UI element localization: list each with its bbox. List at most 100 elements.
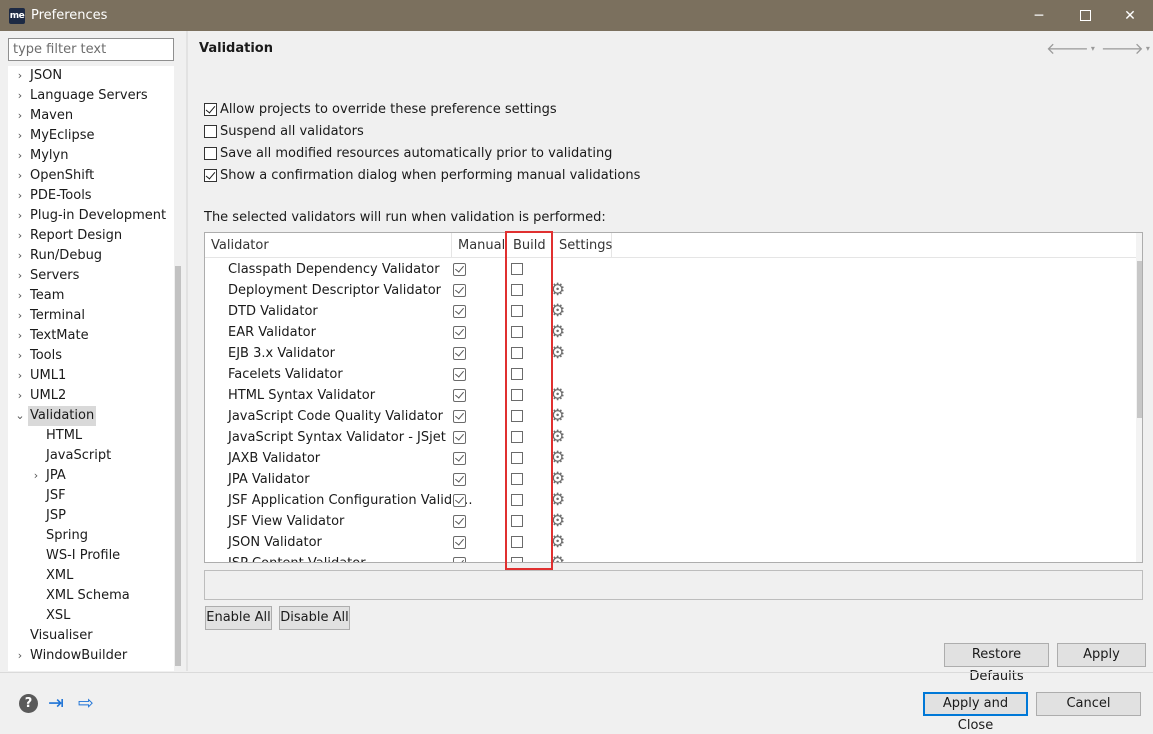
restore-defaults-button[interactable]: Restore Defaults bbox=[944, 643, 1049, 684]
tree-item[interactable]: › Mylyn bbox=[8, 146, 182, 166]
option-checkbox-row[interactable]: Allow projects to override these prefere… bbox=[204, 100, 557, 118]
tree-scrollbar[interactable] bbox=[174, 66, 182, 671]
manual-checkbox[interactable] bbox=[453, 452, 466, 465]
table-row[interactable]: DTD Validator ⚙ bbox=[205, 301, 1136, 322]
tree-item[interactable]: › JPA bbox=[8, 466, 182, 486]
close-button[interactable]: ✕ bbox=[1107, 0, 1153, 31]
table-row[interactable]: EJB 3.x Validator ⚙ bbox=[205, 343, 1136, 364]
column-header-validator[interactable]: Validator bbox=[205, 233, 452, 258]
manual-checkbox[interactable] bbox=[453, 473, 466, 486]
table-row[interactable]: JavaScript Syntax Validator - JSjet ⚙ bbox=[205, 427, 1136, 448]
manual-checkbox[interactable] bbox=[453, 494, 466, 507]
apply-button[interactable]: Apply bbox=[1057, 643, 1146, 667]
table-row[interactable]: JAXB Validator ⚙ bbox=[205, 448, 1136, 469]
chevron-right-icon[interactable]: › bbox=[14, 106, 26, 126]
table-scrollbar-thumb[interactable] bbox=[1137, 261, 1142, 418]
option-checkbox-row[interactable]: Suspend all validators bbox=[204, 122, 364, 140]
export-icon[interactable]: ⇨ bbox=[78, 693, 94, 713]
chevron-right-icon[interactable]: › bbox=[14, 226, 26, 246]
cancel-button[interactable]: Cancel bbox=[1036, 692, 1141, 716]
tree-item[interactable]: › Team bbox=[8, 286, 182, 306]
tree-item[interactable]: › UML1 bbox=[8, 366, 182, 386]
table-row[interactable]: JSF Application Configuration Valida... ⚙ bbox=[205, 490, 1136, 511]
tree-item[interactable]: XML Schema bbox=[8, 586, 182, 606]
table-row[interactable]: Deployment Descriptor Validator ⚙ bbox=[205, 280, 1136, 301]
tree-item[interactable]: › MyEclipse bbox=[8, 126, 182, 146]
tree-item[interactable]: › Language Servers bbox=[8, 86, 182, 106]
table-row[interactable]: JSON Validator ⚙ bbox=[205, 532, 1136, 553]
maximize-button[interactable] bbox=[1062, 0, 1108, 31]
manual-checkbox[interactable] bbox=[453, 389, 466, 402]
option-checkbox[interactable] bbox=[204, 102, 217, 116]
minimize-button[interactable]: ─ bbox=[1016, 0, 1062, 31]
tree-item[interactable]: › JSON bbox=[8, 66, 182, 86]
tree-item[interactable]: ⌄ Validation bbox=[8, 406, 182, 426]
manual-checkbox[interactable] bbox=[453, 515, 466, 528]
tree-item[interactable]: › Report Design bbox=[8, 226, 182, 246]
tree-item[interactable]: › PDE-Tools bbox=[8, 186, 182, 206]
chevron-right-icon[interactable]: › bbox=[14, 346, 26, 366]
manual-checkbox[interactable] bbox=[453, 284, 466, 297]
filter-input[interactable] bbox=[8, 38, 174, 61]
forward-arrow-icon[interactable]: 🡒 bbox=[1101, 38, 1144, 58]
forward-dropdown-icon[interactable]: ▾ bbox=[1146, 44, 1150, 53]
manual-checkbox[interactable] bbox=[453, 347, 466, 360]
tree-item[interactable]: › Servers bbox=[8, 266, 182, 286]
help-icon[interactable]: ? bbox=[19, 694, 38, 713]
option-checkbox-row[interactable]: Save all modified resources automaticall… bbox=[204, 144, 612, 162]
option-checkbox-row[interactable]: Show a confirmation dialog when performi… bbox=[204, 166, 640, 184]
chevron-right-icon[interactable]: › bbox=[14, 386, 26, 406]
chevron-right-icon[interactable]: › bbox=[14, 206, 26, 226]
tree-item[interactable]: Visualiser bbox=[8, 626, 182, 646]
tree-item[interactable]: › Maven bbox=[8, 106, 182, 126]
table-scrollbar[interactable] bbox=[1136, 233, 1142, 562]
manual-checkbox[interactable] bbox=[453, 536, 466, 549]
table-row[interactable]: HTML Syntax Validator ⚙ bbox=[205, 385, 1136, 406]
chevron-right-icon[interactable]: › bbox=[14, 66, 26, 86]
disable-all-button[interactable]: Disable All bbox=[279, 606, 350, 630]
manual-checkbox[interactable] bbox=[453, 263, 466, 276]
chevron-right-icon[interactable]: › bbox=[14, 306, 26, 326]
table-row[interactable]: JavaScript Code Quality Validator ⚙ bbox=[205, 406, 1136, 427]
chevron-right-icon[interactable]: › bbox=[14, 266, 26, 286]
tree-item[interactable]: › Terminal bbox=[8, 306, 182, 326]
manual-checkbox[interactable] bbox=[453, 557, 466, 562]
option-checkbox[interactable] bbox=[204, 146, 217, 160]
chevron-right-icon[interactable]: › bbox=[14, 166, 26, 186]
chevron-right-icon[interactable]: › bbox=[14, 126, 26, 146]
tree-item[interactable]: › WindowBuilder bbox=[8, 646, 182, 666]
chevron-down-icon[interactable]: ⌄ bbox=[14, 406, 26, 426]
manual-checkbox[interactable] bbox=[453, 368, 466, 381]
table-row[interactable]: Facelets Validator bbox=[205, 364, 1136, 385]
apply-and-close-button[interactable]: Apply and Close bbox=[923, 692, 1028, 733]
back-arrow-icon[interactable]: 🡐 bbox=[1046, 38, 1089, 58]
tree-item[interactable]: JavaScript bbox=[8, 446, 182, 466]
chevron-right-icon[interactable]: › bbox=[14, 326, 26, 346]
tree-scrollbar-thumb[interactable] bbox=[175, 266, 181, 666]
chevron-right-icon[interactable]: › bbox=[30, 466, 42, 486]
tree-item[interactable]: XML bbox=[8, 566, 182, 586]
enable-all-button[interactable]: Enable All bbox=[205, 606, 272, 630]
tree-item[interactable]: › Plug-in Development bbox=[8, 206, 182, 226]
option-checkbox[interactable] bbox=[204, 124, 217, 138]
table-row[interactable]: JSF View Validator ⚙ bbox=[205, 511, 1136, 532]
tree-item[interactable]: XSL bbox=[8, 606, 182, 626]
tree-item[interactable]: › OpenShift bbox=[8, 166, 182, 186]
tree-item[interactable]: HTML bbox=[8, 426, 182, 446]
chevron-right-icon[interactable]: › bbox=[14, 246, 26, 266]
table-row[interactable]: JPA Validator ⚙ bbox=[205, 469, 1136, 490]
tree-item[interactable]: Spring bbox=[8, 526, 182, 546]
back-dropdown-icon[interactable]: ▾ bbox=[1091, 44, 1095, 53]
tree-item[interactable]: › Run/Debug bbox=[8, 246, 182, 266]
import-icon[interactable]: ⇥ bbox=[48, 693, 64, 713]
column-header-settings[interactable]: Settings bbox=[553, 233, 612, 258]
manual-checkbox[interactable] bbox=[453, 326, 466, 339]
chevron-right-icon[interactable]: › bbox=[14, 186, 26, 206]
manual-checkbox[interactable] bbox=[453, 410, 466, 423]
manual-checkbox[interactable] bbox=[453, 305, 466, 318]
tree-item[interactable]: › TextMate bbox=[8, 326, 182, 346]
table-row[interactable]: Classpath Dependency Validator bbox=[205, 259, 1136, 280]
option-checkbox[interactable] bbox=[204, 168, 217, 182]
tree-item[interactable]: › UML2 bbox=[8, 386, 182, 406]
manual-checkbox[interactable] bbox=[453, 431, 466, 444]
